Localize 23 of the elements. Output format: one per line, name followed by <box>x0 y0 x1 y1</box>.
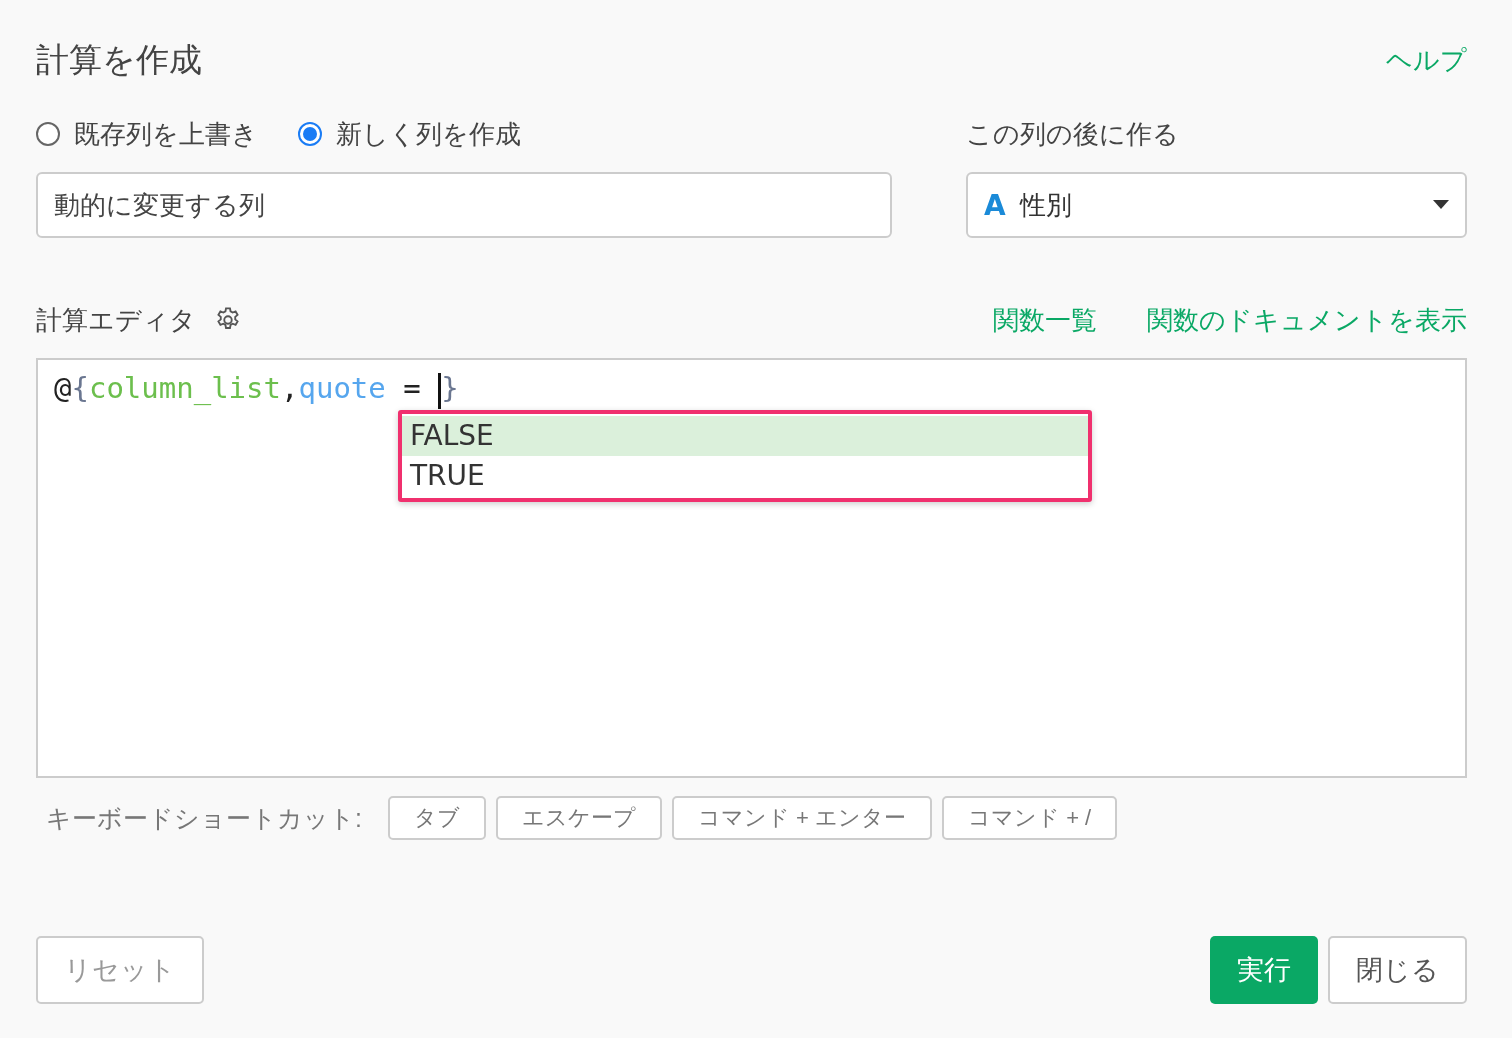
dialog-title: 計算を作成 <box>36 39 202 80</box>
column-dropdown[interactable]: A 性別 <box>966 172 1467 238</box>
code-editor[interactable]: @{column_list,quote = } FALSE TRUE <box>36 358 1467 778</box>
mode-radio[interactable]: 新しく列を作成 <box>298 116 521 152</box>
docs-link[interactable]: 関数一覧 <box>993 302 1097 338</box>
editor-title: 計算エディタ <box>36 303 196 337</box>
code-line: @{column_list,quote = } <box>54 368 459 408</box>
close-button[interactable]: 閉じる <box>1328 936 1467 1004</box>
run-button[interactable]: 実行 <box>1210 936 1318 1004</box>
shortcuts-label: キーボードショートカット: <box>46 802 362 834</box>
help-link[interactable]: ヘルプ <box>1386 42 1467 78</box>
shortcut-key[interactable]: エスケープ <box>495 796 662 840</box>
shortcut-key[interactable]: タブ <box>387 796 486 840</box>
shortcut-key[interactable]: コマンド + / <box>942 796 1118 840</box>
suggestion-item[interactable]: TRUE <box>402 456 1088 496</box>
mode-radio[interactable]: 既存列を上書き <box>36 116 258 152</box>
insert-after-label: この列の後に作る <box>966 118 1180 151</box>
reset-button[interactable]: リセット <box>36 936 204 1004</box>
column-name-field[interactable]: 動的に変更する列 <box>36 172 892 238</box>
suggestion-item[interactable]: FALSE <box>402 416 1088 456</box>
docs-link[interactable]: 関数のドキュメントを表示 <box>1147 302 1467 338</box>
caret-icon <box>1433 200 1449 210</box>
shortcut-key[interactable]: コマンド + エンター <box>671 796 933 840</box>
